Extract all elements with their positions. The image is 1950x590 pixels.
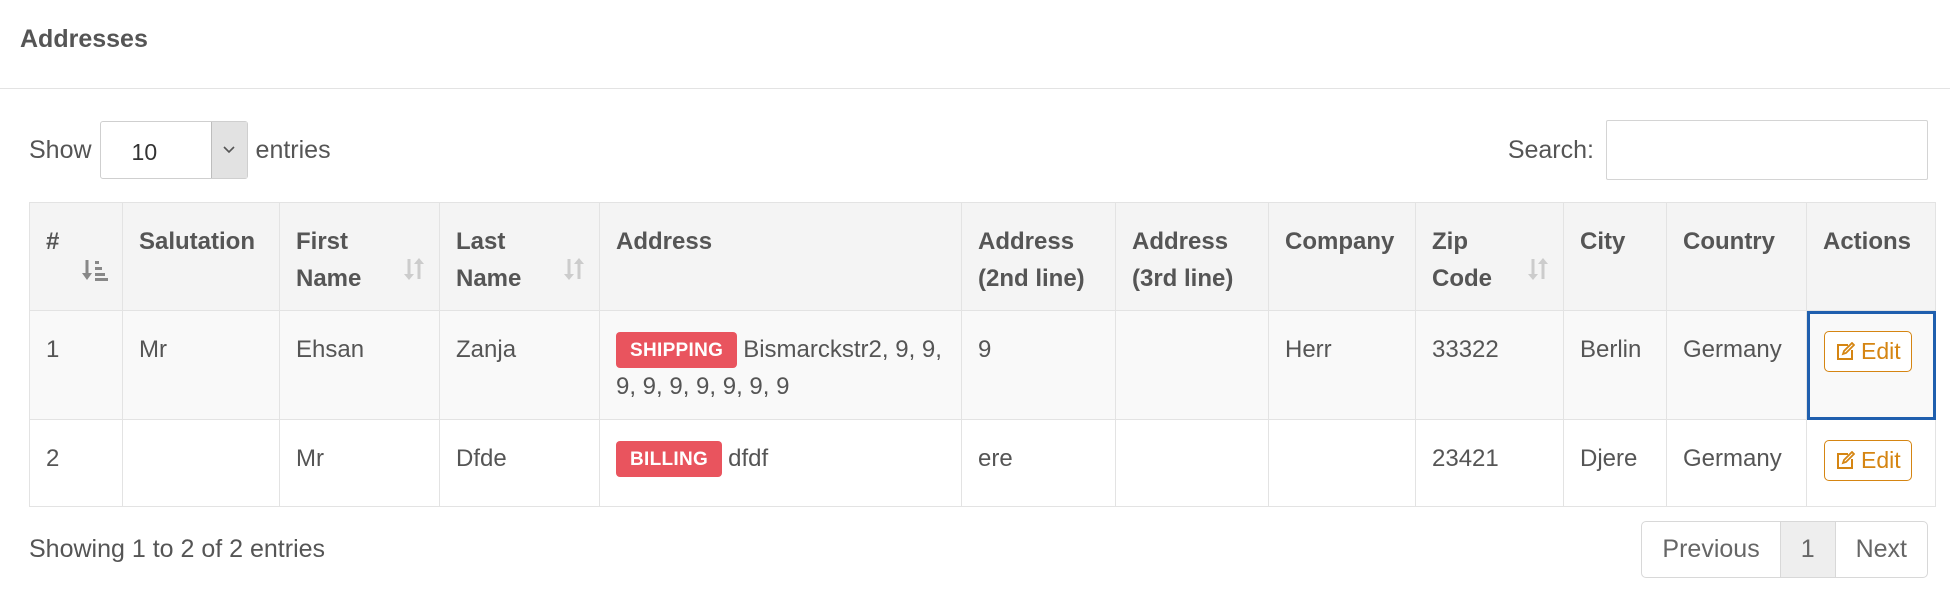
cell-zip-code: 23421 — [1415, 419, 1564, 507]
sort-both-icon — [403, 255, 425, 292]
col-header-country[interactable]: Country — [1666, 202, 1807, 311]
sort-both-icon — [1527, 255, 1549, 292]
cell-last-name: Zanja — [439, 310, 600, 420]
col-header-address-3[interactable]: Address (3rd line) — [1115, 202, 1269, 311]
edit-button[interactable]: Edit — [1824, 440, 1912, 481]
length-control: Show 10 entries — [29, 121, 331, 179]
cell-address: SHIPPING Bismarckstr2, 9, 9, 9, 9, 9, 9, … — [599, 310, 962, 420]
col-header-actions: Actions — [1806, 202, 1936, 311]
search-label: Search: — [1507, 135, 1594, 164]
cell-country: Germany — [1666, 419, 1807, 507]
col-header-address[interactable]: Address — [599, 202, 962, 311]
entries-label: entries — [255, 135, 331, 164]
pagination: Previous 1 Next — [1641, 520, 1928, 578]
sort-both-icon — [563, 255, 585, 292]
sort-amount-asc-icon — [82, 255, 108, 292]
table-footer: Showing 1 to 2 of 2 entries Previous 1 N… — [29, 520, 1928, 578]
cell-company: Herr — [1268, 310, 1416, 420]
col-header-salutation[interactable]: Salutation — [122, 202, 280, 311]
entries-select[interactable]: 10 — [99, 121, 248, 179]
cell-address-3 — [1115, 419, 1269, 507]
table-info: Showing 1 to 2 of 2 entries — [29, 534, 326, 563]
col-header-last-name[interactable]: Last Name — [439, 202, 600, 311]
cell-country: Germany — [1666, 310, 1807, 420]
cell-salutation — [122, 419, 280, 507]
cell-number: 2 — [29, 419, 123, 507]
table-row: 1 Mr Ehsan Zanja SHIPPING Bismarckstr2, 9… — [29, 310, 1936, 420]
table-controls: Show 10 entries Search: — [29, 119, 1928, 181]
address-type-badge: BILLING — [616, 441, 723, 477]
cell-actions: Edit — [1806, 310, 1936, 420]
entries-select-value: 10 — [131, 138, 158, 165]
cell-address: BILLING dfdf — [599, 419, 962, 507]
table-header-row: # Salutation First Name Last Name Addres… — [29, 202, 1936, 311]
cell-salutation: Mr — [122, 310, 280, 420]
cell-city: Berlin — [1563, 310, 1667, 420]
col-header-zip-code[interactable]: Zip Code — [1415, 202, 1564, 311]
edit-button-label: Edit — [1861, 447, 1901, 473]
cell-address-2: ere — [961, 419, 1116, 507]
address-type-badge: SHIPPING — [616, 332, 738, 368]
edit-button-label: Edit — [1861, 338, 1901, 364]
show-label: Show — [29, 135, 92, 164]
addresses-table: # Salutation First Name Last Name Addres… — [29, 202, 1936, 507]
cell-number: 1 — [29, 310, 123, 420]
page-title: Addresses — [20, 24, 148, 53]
cell-company — [1268, 419, 1416, 507]
cell-first-name: Ehsan — [279, 310, 440, 420]
cell-last-name: Dfde — [439, 419, 600, 507]
cell-zip-code: 33322 — [1415, 310, 1564, 420]
cell-address-2: 9 — [961, 310, 1116, 420]
cell-actions: Edit — [1806, 419, 1936, 507]
address-text: dfdf — [728, 445, 769, 472]
col-header-address-2[interactable]: Address (2nd line) — [961, 202, 1116, 311]
pagination-page-1[interactable]: 1 — [1780, 521, 1836, 577]
edit-button[interactable]: Edit — [1824, 331, 1912, 372]
edit-icon — [1837, 341, 1855, 360]
col-header-city[interactable]: City — [1563, 202, 1667, 311]
pagination-next[interactable]: Next — [1836, 522, 1927, 577]
col-header-company[interactable]: Company — [1268, 202, 1416, 311]
panel-header: Addresses — [0, 0, 1950, 89]
cell-first-name: Mr — [279, 419, 440, 507]
search-control: Search: — [1508, 120, 1928, 180]
search-input[interactable] — [1606, 120, 1928, 180]
pagination-previous[interactable]: Previous — [1642, 521, 1781, 577]
chevron-down-icon — [210, 122, 247, 178]
col-header-first-name[interactable]: First Name — [279, 202, 440, 311]
edit-icon — [1837, 450, 1855, 469]
cell-city: Djere — [1563, 419, 1667, 507]
col-header-number[interactable]: # — [29, 202, 123, 311]
table-row: 2 Mr Dfde BILLING dfdf ere 23421 Djere Ge… — [29, 419, 1936, 507]
cell-address-3 — [1115, 310, 1269, 420]
